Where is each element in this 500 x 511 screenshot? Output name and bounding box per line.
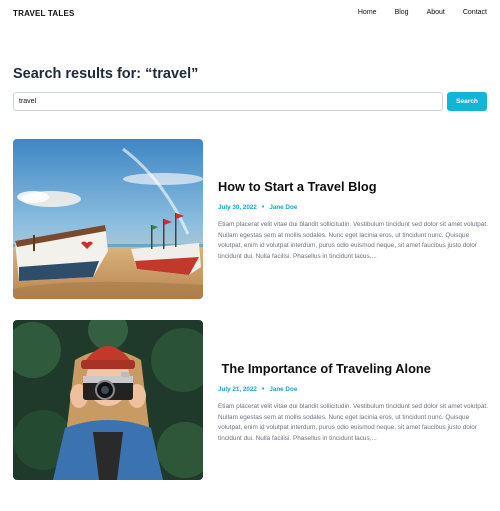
nav-about-link[interactable]: About — [427, 9, 445, 16]
post-date: July 30, 2022 — [218, 204, 257, 211]
post-excerpt: Etiam placerat velit vitae dui blandit s… — [218, 221, 488, 260]
meta-separator-dot: • — [261, 386, 265, 393]
search-results-title: Search results for: “travel” — [13, 66, 199, 82]
site-logo[interactable]: TRAVEL TALES — [13, 9, 75, 18]
post-content: The Importance of Traveling Alone July 2… — [218, 361, 488, 444]
woman-camera-image — [13, 320, 203, 480]
post-date: July 21, 2022 — [218, 386, 257, 393]
post-title[interactable]: The Importance of Traveling Alone — [218, 361, 488, 376]
post-meta: July 30, 2022 • Jane Doe — [218, 204, 488, 211]
post-thumbnail-photographer[interactable] — [13, 320, 203, 480]
nav-blog-link[interactable]: Blog — [395, 9, 409, 16]
post-content: How to Start a Travel Blog July 30, 2022… — [218, 179, 488, 262]
post-thumbnail-boats[interactable] — [13, 139, 203, 299]
meta-separator-dot: • — [261, 204, 265, 211]
post-author[interactable]: Jane Doe — [269, 386, 297, 393]
post-meta: July 21, 2022 • Jane Doe — [218, 386, 488, 393]
nav-contact-link[interactable]: Contact — [463, 9, 487, 16]
nav-home-link[interactable]: Home — [358, 9, 377, 16]
site-header: TRAVEL TALES Home Blog About Contact — [0, 0, 500, 30]
post-excerpt: Etiam placerat velit vitae dui blandit s… — [218, 403, 488, 442]
search-result-card: How to Start a Travel Blog July 30, 2022… — [13, 139, 488, 299]
post-author[interactable]: Jane Doe — [269, 204, 297, 211]
search-input[interactable] — [13, 92, 443, 111]
search-button[interactable]: Search — [447, 92, 487, 111]
search-result-card: The Importance of Traveling Alone July 2… — [13, 320, 488, 480]
post-title[interactable]: How to Start a Travel Blog — [218, 179, 488, 194]
beach-boats-image — [13, 139, 203, 299]
main-nav: Home Blog About Contact — [358, 9, 487, 16]
